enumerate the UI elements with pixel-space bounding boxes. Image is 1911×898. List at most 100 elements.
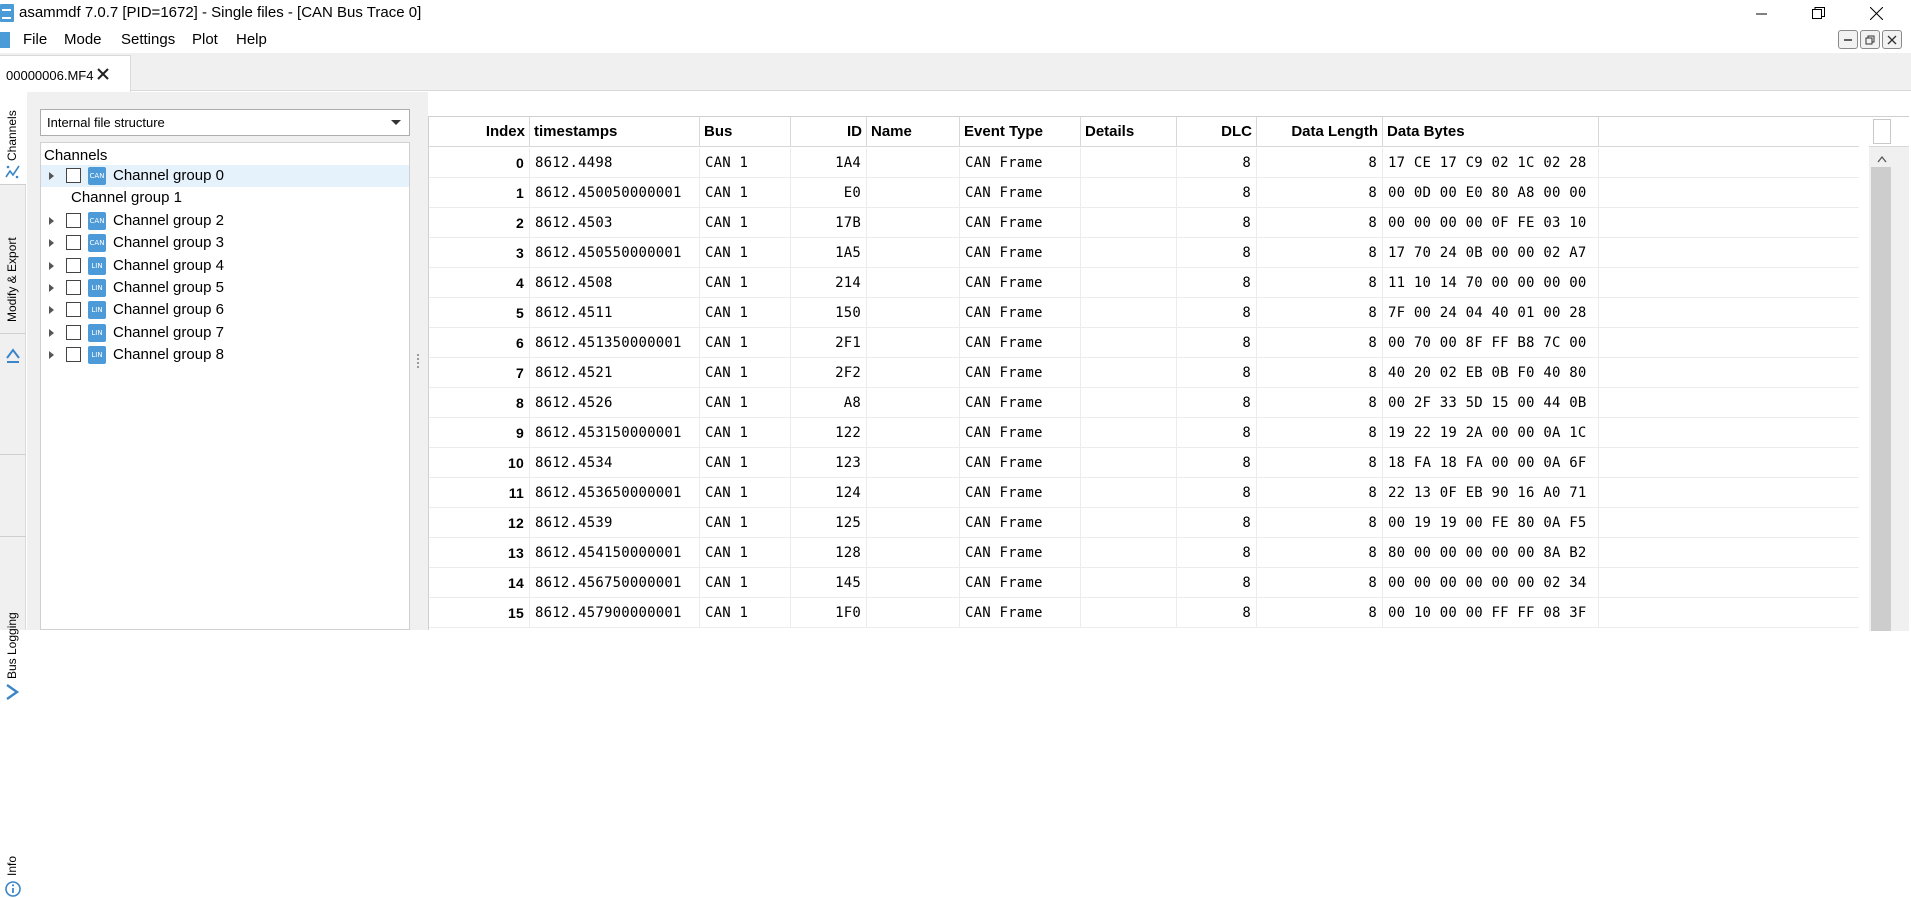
table-cell: 8 (1177, 538, 1257, 568)
expand-arrow-icon[interactable] (49, 261, 54, 270)
tab-channels-label: Channels (5, 110, 19, 161)
column-header[interactable]: Data Bytes (1383, 117, 1599, 147)
table-row[interactable]: 3 8612.450550000001 CAN 1 1A5 CAN Frame 8 8 17 … (429, 238, 1859, 268)
splitter-handle[interactable] (417, 354, 419, 368)
expand-arrow-icon[interactable] (49, 284, 54, 292)
mdi-minimize-button[interactable] (1838, 30, 1858, 49)
table-cell: 0 (429, 148, 530, 178)
close-tab-icon[interactable] (96, 67, 110, 85)
channel-group-checkbox[interactable] (66, 280, 81, 295)
table-cell: CAN Frame (960, 148, 1081, 178)
channel-group-item[interactable]: LIN Channel group 5 (41, 277, 409, 299)
table-cell: CAN 1 (700, 238, 791, 268)
channel-group-checkbox[interactable] (66, 324, 81, 340)
table-row[interactable]: 11 8612.453650000001 CAN 1 124 CAN Frame 8 8 22… (429, 478, 1859, 508)
column-header[interactable]: Name (867, 117, 960, 147)
channel-group-item[interactable]: CAN Channel group 2 (41, 210, 409, 232)
channel-group-checkbox[interactable] (66, 257, 81, 273)
column-header[interactable]: Event Type (960, 117, 1081, 147)
table-row[interactable]: 0 8612.4498 CAN 1 1A4 CAN Frame 8 8 17 CE 17 C9… (429, 148, 1859, 178)
table-cell: 125 (791, 508, 867, 538)
channel-tree-header: Channels (44, 147, 108, 164)
table-cell: 1A5 (791, 238, 867, 268)
table-cell: 1F0 (791, 598, 867, 628)
channel-group-item[interactable]: CAN Channel group 3 (41, 232, 409, 254)
table-row[interactable]: 10 8612.4534 CAN 1 123 CAN Frame 8 8 18 FA 18 F… (429, 448, 1859, 478)
table-row[interactable]: 6 8612.451350000001 CAN 1 2F1 CAN Frame 8 8 00 … (429, 328, 1859, 358)
channels-panel: Internal file structure Channels CAN Chan… (27, 92, 414, 630)
table-row[interactable]: 7 8612.4521 CAN 1 2F2 CAN Frame 8 8 40 20 02 EB… (429, 358, 1859, 388)
tab-info[interactable]: Info (0, 463, 26, 897)
menu-help[interactable]: Help (236, 31, 267, 48)
table-row[interactable]: 9 8612.453150000001 CAN 1 122 CAN Frame 8 8 19 … (429, 418, 1859, 448)
tab-bus-logging[interactable]: Bus Logging (0, 341, 26, 700)
table-row[interactable]: 2 8612.4503 CAN 1 17B CAN Frame 8 8 00 00 00 00… (429, 208, 1859, 238)
file-view-dropdown[interactable]: Internal file structure (40, 109, 410, 136)
table-cell: CAN Frame (960, 478, 1081, 508)
table-cell (867, 388, 960, 418)
side-tab-bar: Channels Modify & Export Bus Logging Inf… (0, 91, 26, 897)
channel-group-checkbox[interactable] (66, 347, 81, 363)
menu-plot[interactable]: Plot (192, 31, 218, 48)
column-header[interactable]: ID (791, 117, 867, 147)
channel-group-checkbox[interactable] (66, 212, 81, 228)
table-row[interactable]: 14 8612.456750000001 CAN 1 145 CAN Frame 8 8 00… (429, 568, 1859, 598)
scrollbar-thumb[interactable] (1871, 167, 1891, 631)
column-header[interactable]: Data Length (1257, 117, 1383, 147)
menu-mode[interactable]: Mode (64, 31, 102, 48)
table-cell: 8 (1257, 298, 1383, 328)
table-row[interactable]: 1 8612.450050000001 CAN 1 E0 CAN Frame 8 8 00 0… (429, 178, 1859, 208)
table-cell: 8 (1177, 448, 1257, 478)
table-row[interactable]: 13 8612.454150000001 CAN 1 128 CAN Frame 8 8 80… (429, 538, 1859, 568)
channel-group-item[interactable]: LIN Channel group 8 (41, 344, 409, 366)
vertical-scrollbar[interactable] (1869, 117, 1909, 631)
menu-settings[interactable]: Settings (121, 31, 175, 48)
channel-group-item[interactable]: Channel group 1 (41, 187, 409, 209)
table-cell: 8 (1177, 598, 1257, 628)
expand-arrow-icon[interactable] (49, 216, 54, 225)
column-header[interactable]: timestamps (530, 117, 700, 147)
corner-button[interactable] (1873, 119, 1891, 144)
scroll-up-icon[interactable] (1877, 155, 1887, 163)
close-window-button[interactable] (1848, 0, 1904, 27)
channel-group-item[interactable]: LIN Channel group 6 (41, 299, 409, 321)
restore-button[interactable] (1790, 0, 1846, 27)
column-header[interactable]: Details (1081, 117, 1177, 147)
expand-arrow-icon[interactable] (49, 306, 54, 315)
channel-group-item[interactable]: LIN Channel group 4 (41, 255, 409, 277)
table-row[interactable]: 8 8612.4526 CAN 1 A8 CAN Frame 8 8 00 2F 33 5D … (429, 388, 1859, 418)
table-cell (1081, 298, 1177, 328)
table-cell: 8 (1257, 358, 1383, 388)
mdi-close-button[interactable] (1882, 30, 1902, 49)
expand-arrow-icon[interactable] (49, 239, 54, 248)
table-row[interactable]: 5 8612.4511 CAN 1 150 CAN Frame 8 8 7F 00 24 04… (429, 298, 1859, 328)
table-row[interactable]: 12 8612.4539 CAN 1 125 CAN Frame 8 8 00 19 19 0… (429, 508, 1859, 538)
column-header[interactable]: DLC (1177, 117, 1257, 147)
expand-arrow-icon[interactable] (49, 351, 54, 360)
menu-file[interactable]: File (23, 31, 47, 48)
tab-channels[interactable]: Channels (0, 91, 26, 185)
table-cell: 8 (1257, 148, 1383, 178)
channel-group-checkbox[interactable] (66, 235, 81, 251)
minimize-button[interactable] (1734, 0, 1790, 27)
table-cell: 8 (1177, 388, 1257, 418)
table-cell (1081, 478, 1177, 508)
column-header[interactable]: Index (429, 117, 530, 147)
table-cell: 8 (1177, 268, 1257, 298)
expand-arrow-icon[interactable] (49, 328, 54, 337)
table-cell (867, 238, 960, 268)
column-header[interactable]: Bus (700, 117, 791, 147)
channel-group-item[interactable]: LIN Channel group 7 (41, 322, 409, 344)
table-cell (1081, 358, 1177, 388)
table-row[interactable]: 15 8612.457900000001 CAN 1 1F0 CAN Frame 8 8 00… (429, 598, 1859, 628)
panel-splitter[interactable] (414, 92, 428, 630)
expand-arrow-icon[interactable] (49, 172, 54, 180)
channel-group-checkbox[interactable] (66, 168, 81, 183)
table-row[interactable]: 4 8612.4508 CAN 1 214 CAN Frame 8 8 11 10 14 70… (429, 268, 1859, 298)
table-cell: 8612.456750000001 (530, 568, 700, 598)
channel-group-checkbox[interactable] (66, 302, 81, 318)
mdi-restore-button[interactable] (1860, 30, 1880, 49)
channel-group-item[interactable]: CAN Channel group 0 (41, 165, 409, 187)
tab-modify-export[interactable]: Modify & Export (0, 194, 26, 363)
file-tab[interactable]: 00000006.MF4 (0, 55, 131, 92)
